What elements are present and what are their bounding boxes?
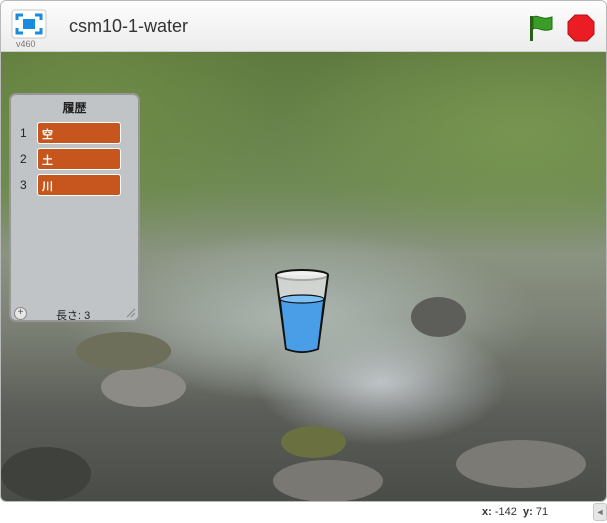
list-item-value[interactable]: 川 [37,174,121,196]
mouse-coordinates: x: -142 y: 71 [482,506,548,518]
list-item-index: 3 [20,178,27,192]
rock [456,440,586,488]
green-flag-icon[interactable] [528,14,554,42]
water-cup-icon[interactable] [273,269,331,355]
player-frame: v460 csm10-1-water 履歴 1 空 2 土 3 川 + 長さ: … [0,0,607,502]
list-item: 3 川 [11,174,131,196]
list-title: 履歴 [62,101,87,115]
list-item-index: 1 [20,126,27,140]
fullscreen-icon[interactable] [11,9,47,39]
list-monitor[interactable]: 履歴 1 空 2 土 3 川 + 長さ: 3 [9,93,140,322]
list-length: 長さ: 3 [56,310,91,322]
y-value: 71 [535,506,549,518]
rock [76,332,171,370]
list-item: 1 空 [11,122,131,144]
stage[interactable]: 履歴 1 空 2 土 3 川 + 長さ: 3 [1,52,606,501]
project-title: csm10-1-water [69,16,189,36]
x-value: -142 [494,506,517,518]
collapse-arrow-icon[interactable]: ◄ [593,503,607,521]
rock [1,447,91,501]
x-label: x: [482,506,492,518]
list-item-index: 2 [20,152,27,166]
list-item: 2 土 [11,148,131,170]
rock [281,426,346,458]
stop-icon[interactable] [567,14,595,42]
add-item-button[interactable]: + [14,307,27,320]
rock [411,297,466,337]
list-item-value[interactable]: 土 [37,148,121,170]
list-item-value[interactable]: 空 [37,122,121,144]
resize-handle-icon[interactable] [124,306,136,318]
y-label: y: [523,506,533,518]
version-label: v460 [16,39,36,49]
rock [273,460,383,501]
rock [101,367,186,407]
player-toolbar: v460 csm10-1-water [1,1,606,52]
